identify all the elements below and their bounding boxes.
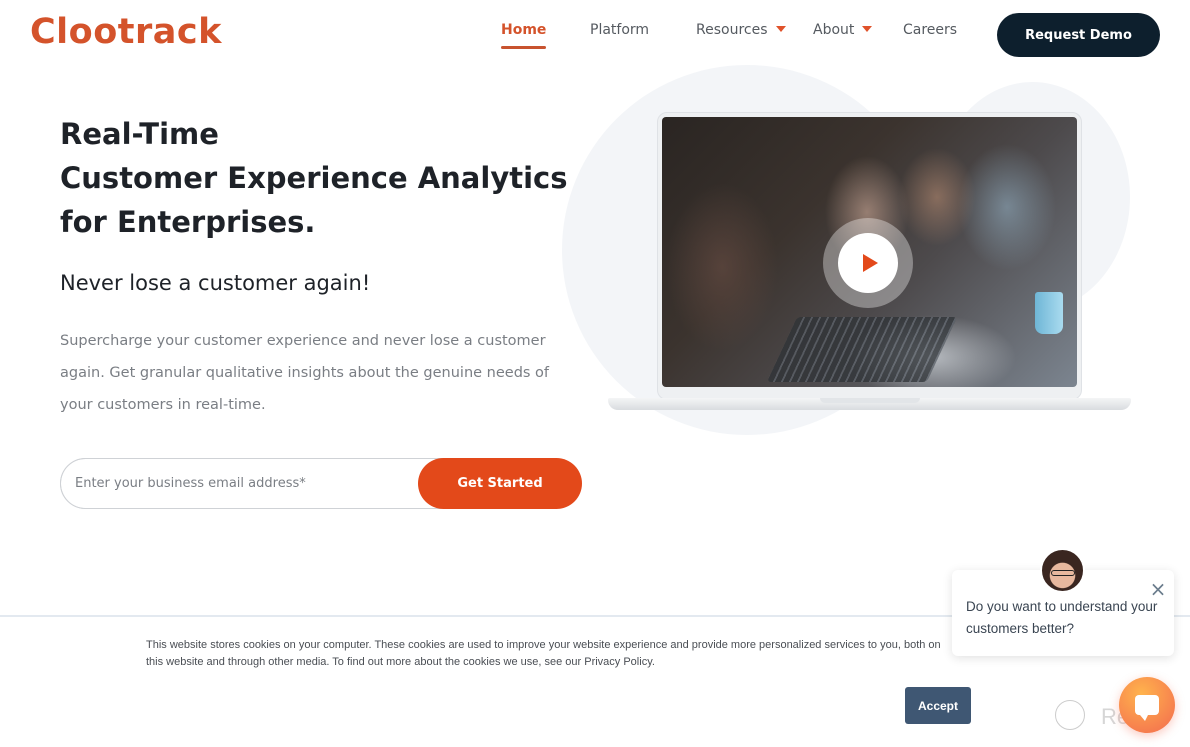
avatar-glasses (1051, 570, 1075, 576)
chat-launcher-button[interactable] (1119, 677, 1175, 733)
nav-item-careers[interactable]: Careers (903, 22, 957, 38)
hero-title: Real-Time Customer Experience Analytics … (60, 112, 568, 244)
hero-subtitle: Never lose a customer again! (60, 271, 371, 295)
caret-down-icon (862, 26, 873, 32)
nav-item-label: Platform (590, 22, 650, 38)
hero-title-line: Customer Experience Analytics (60, 161, 568, 195)
nav-item-label: Careers (903, 22, 958, 38)
nav-item-resources[interactable]: Resources (696, 22, 786, 38)
chat-message: Do you want to understand your customers… (966, 599, 1158, 636)
hero-title-line: for Enterprises. (60, 205, 316, 239)
laptop-notch (820, 398, 920, 403)
nav-item-platform[interactable]: Platform (590, 22, 649, 38)
accept-cookies-button[interactable]: Accept (905, 687, 971, 724)
nav-item-about[interactable]: About (813, 22, 873, 38)
play-video-button[interactable] (838, 233, 898, 293)
nav-item-label: About (813, 22, 855, 38)
email-input[interactable] (60, 458, 460, 509)
chat-bubble-icon (1135, 695, 1159, 721)
cookie-text: This website stores cookies on your comp… (146, 639, 941, 668)
mug-image (1035, 292, 1063, 334)
caret-down-icon (775, 26, 786, 32)
watermark-logo-icon (1055, 700, 1085, 730)
nav-item-label: Home (501, 22, 547, 38)
main-nav: Home Platform Resources About Careers Re… (0, 0, 1190, 62)
nav-item-home[interactable]: Home (501, 22, 547, 49)
laptop-keyboard-image (766, 317, 958, 382)
signup-form: Get Started (60, 458, 582, 509)
play-icon (863, 254, 878, 272)
chat-agent-avatar (1040, 548, 1085, 593)
hero-description: Supercharge your customer experience and… (60, 333, 550, 413)
get-started-button[interactable]: Get Started (418, 458, 582, 509)
nav-item-label: Resources (696, 22, 768, 38)
hero-title-line: Real-Time (60, 117, 219, 151)
request-demo-button[interactable]: Request Demo (997, 13, 1160, 57)
